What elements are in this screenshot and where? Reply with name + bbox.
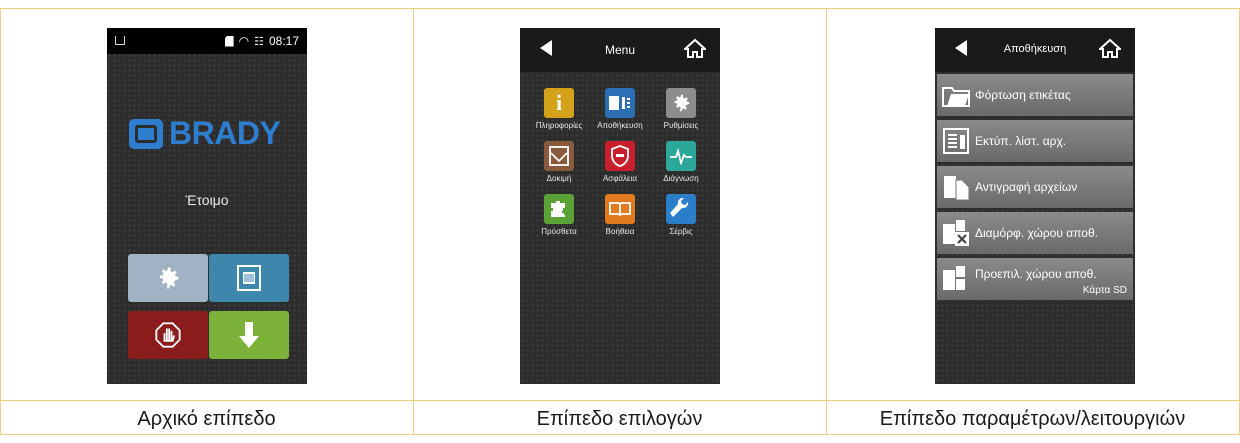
feed-button[interactable] — [209, 311, 289, 359]
menu-item-label: Δοκιμή — [546, 174, 572, 183]
stop-hand-icon — [155, 322, 181, 348]
menu-item-test[interactable]: Δοκιμή — [528, 141, 590, 183]
caption-menu: Επίπεδο επιλογών — [536, 408, 703, 430]
stop-button[interactable] — [128, 311, 208, 359]
menu-item-label: Πρόσθετα — [541, 227, 577, 236]
storage-icon — [605, 88, 635, 118]
home-icon[interactable] — [1099, 38, 1121, 58]
security-icon — [605, 141, 635, 171]
brady-logo: BRADY — [129, 115, 281, 152]
puzzle-icon — [544, 194, 574, 224]
window-icon — [115, 36, 125, 45]
storage-item-label: Εκτύπ. λίστ. αρχ. — [975, 134, 1067, 148]
menu-item-label: Ρυθμίσεις — [663, 121, 699, 130]
storage-item-label: Αντιγραφή αρχείων — [975, 180, 1078, 194]
storage-item-default-storage[interactable]: Προεπιλ. χώρου αποθ. Κάρτα SD — [937, 258, 1133, 300]
menu-item-label: Σέρβις — [669, 227, 693, 236]
storage-item-label: Προεπιλ. χώρου αποθ. — [975, 267, 1097, 281]
caption-storage: Επίπεδο παραμέτρων/λειτουργιών — [879, 408, 1186, 430]
folder-icon — [942, 87, 970, 107]
menu-item-addons[interactable]: Πρόσθετα — [528, 194, 590, 236]
storage-item-label: Διαμόρφ. χώρου αποθ. — [975, 226, 1098, 240]
menu-item-settings[interactable]: Ρυθμίσεις — [650, 88, 712, 130]
test-icon — [544, 141, 574, 171]
menu-item-label: Πληροφορίες — [535, 121, 583, 130]
label-roll-icon — [237, 265, 261, 291]
diagnosis-icon — [666, 141, 696, 171]
gear-icon — [159, 267, 179, 289]
network-icon: ☷ — [254, 35, 264, 48]
status-text: Έτοιμο — [185, 192, 229, 208]
wrench-icon — [666, 194, 696, 224]
book-icon — [605, 194, 635, 224]
gear-icon — [666, 88, 696, 118]
storage-item-value: Κάρτα SD — [1082, 285, 1127, 296]
arrow-down-icon — [239, 322, 259, 348]
brady-logo-text: BRADY — [169, 115, 281, 151]
home-icon[interactable] — [684, 38, 706, 58]
menu-item-label: Αποθήκευση — [597, 121, 643, 130]
menu-item-service[interactable]: Σέρβις — [650, 194, 712, 236]
labels-button[interactable] — [209, 254, 289, 302]
sdcard-icon — [943, 266, 965, 290]
storage-top-bar: Αποθήκευση — [935, 28, 1135, 72]
menu-item-help[interactable]: Βοήθεια — [589, 194, 651, 236]
menu-item-storage[interactable]: Αποθήκευση — [589, 88, 651, 130]
menu-item-security[interactable]: Ασφάλεια — [589, 141, 651, 183]
caption-home: Αρχικό επίπεδο — [137, 408, 276, 430]
menu-top-bar: Menu — [520, 28, 720, 72]
brady-logo-mark — [129, 118, 163, 149]
menu-item-info[interactable]: i Πληροφορίες — [528, 88, 590, 130]
info-icon: i — [544, 88, 574, 118]
settings-button[interactable] — [128, 254, 208, 302]
menu-item-label: Ασφάλεια — [602, 174, 638, 183]
menu-item-diagnosis[interactable]: Διάγνωση — [650, 141, 712, 183]
storage-item-load-label[interactable]: Φόρτωση ετικέτας — [937, 74, 1133, 116]
menu-item-label: Βοήθεια — [605, 227, 635, 236]
storage-item-label: Φόρτωση ετικέτας — [975, 88, 1071, 102]
clock: 08:17 — [268, 34, 299, 48]
sdcard-status-icon — [224, 35, 234, 47]
menu-item-label: Διάγνωση — [663, 174, 699, 183]
storage-item-print-list[interactable]: Εκτύπ. λίστ. αρχ. — [937, 120, 1133, 162]
menu-screen: Menu i Πληροφορίες Αποθήκευση Ρυθμίσεις … — [520, 28, 720, 384]
storage-item-format-storage[interactable]: Διαμόρφ. χώρου αποθ. — [937, 212, 1133, 254]
storage-screen: Αποθήκευση Φόρτωση ετικέτας Εκτύπ. λίστ.… — [935, 28, 1135, 384]
storage-item-copy-files[interactable]: Αντιγραφή αρχείων — [937, 166, 1133, 208]
copy-icon — [944, 176, 970, 201]
wifi-icon: ◠ — [238, 34, 250, 48]
home-screen: ◠ ☷ 08:17 BRADY Έτοιμο — [107, 28, 307, 384]
list-icon — [943, 128, 969, 154]
format-icon — [943, 220, 969, 246]
status-bar: ◠ ☷ 08:17 — [107, 28, 307, 54]
